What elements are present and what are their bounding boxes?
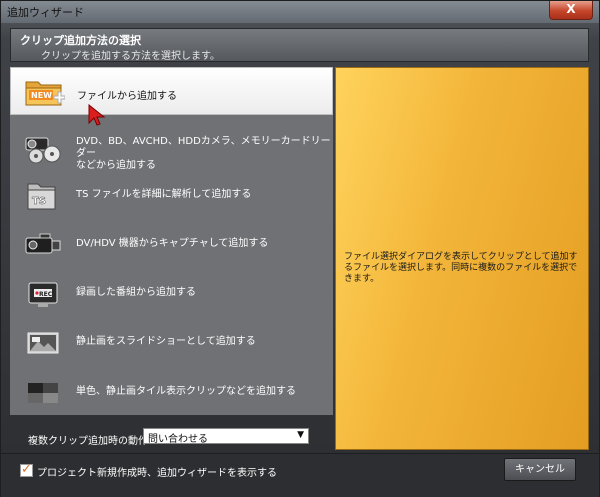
add-wizard-window: 追加ウィザード X クリップ追加方法の選択 クリップを追加する方法を選択します。… <box>0 0 600 497</box>
option-label: DV/HDV 機器からキャプチャして追加する <box>76 238 269 249</box>
color-tile-icon <box>22 377 64 409</box>
checkmark-icon: ✓ <box>21 462 32 477</box>
mouse-cursor-icon <box>88 104 106 126</box>
show-wizard-label[interactable]: プロジェクト新規作成時、追加ウィザードを表示する <box>37 464 277 479</box>
option-capture-dv[interactable]: DV/HDV 機器からキャプチャして追加する <box>10 221 333 269</box>
ts-folder-icon: TS <box>22 180 64 212</box>
option-list: NEW ファイルから追加する DVD、BD、AVCHD、HDDカメラ、メモリーカ… <box>10 67 333 415</box>
option-add-recorded[interactable]: REC 録画した番組から追加する <box>10 270 333 318</box>
chevron-down-icon[interactable]: ▼ <box>297 430 304 440</box>
option-label: ファイルから追加する <box>77 91 177 102</box>
option-label: 単色、静止画タイル表示クリップなどを追加する <box>76 386 296 397</box>
description-panel: ファイル選択ダイアログを表示してクリップとして追加するファイルを選択します。同時… <box>335 67 589 450</box>
option-add-slideshow[interactable]: 静止画をスライドショーとして追加する <box>10 319 333 367</box>
option-add-from-device[interactable]: DVD、BD、AVCHD、HDDカメラ、メモリーカードリーダー などから追加する <box>10 124 333 172</box>
new-folder-icon: NEW <box>23 76 66 108</box>
option-description: ファイル選択ダイアログを表示してクリップとして追加するファイルを選択します。同時… <box>344 252 578 284</box>
option-label: 静止画をスライドショーとして追加する <box>76 336 256 347</box>
title-bar[interactable]: 追加ウィザード X <box>1 1 599 23</box>
option-label: TS ファイルを詳細に解析して追加する <box>76 189 252 200</box>
svg-text:TS: TS <box>32 196 46 207</box>
multi-clip-label: 複数クリップ追加時の動作 <box>28 436 148 447</box>
rec-tv-icon: REC <box>22 278 64 310</box>
option-add-color-tile[interactable]: 単色、静止画タイル表示クリップなどを追加する <box>10 369 333 417</box>
cancel-button[interactable]: キャンセル <box>504 458 576 481</box>
svg-text:NEW: NEW <box>31 91 52 100</box>
camcorder-icon <box>22 229 64 261</box>
show-wizard-checkbox[interactable]: ✓ <box>20 462 33 477</box>
option-label: 録画した番組から追加する <box>76 287 196 298</box>
camera-disc-icon <box>22 132 64 164</box>
svg-text:REC: REC <box>39 291 53 298</box>
option-label: DVD、BD、AVCHD、HDDカメラ、メモリーカードリーダー などから追加する <box>76 136 331 171</box>
close-button[interactable]: X <box>549 1 593 20</box>
window-title: 追加ウィザード <box>7 6 84 19</box>
header-panel: クリップ追加方法の選択 クリップを追加する方法を選択します。 <box>10 28 589 62</box>
page-title: クリップ追加方法の選択 <box>20 34 141 47</box>
footer-bar: ✓ プロジェクト新規作成時、追加ウィザードを表示する キャンセル <box>1 453 599 497</box>
option-add-from-file[interactable]: NEW ファイルから追加する <box>10 67 333 115</box>
multi-clip-select[interactable]: 問い合わせる ▼ <box>143 428 309 445</box>
multi-clip-value: 問い合わせる <box>148 434 208 445</box>
page-subtitle: クリップを追加する方法を選択します。 <box>41 51 220 62</box>
option-add-ts-file[interactable]: TS TS ファイルを詳細に解析して追加する <box>10 172 333 220</box>
slideshow-icon <box>22 327 64 359</box>
